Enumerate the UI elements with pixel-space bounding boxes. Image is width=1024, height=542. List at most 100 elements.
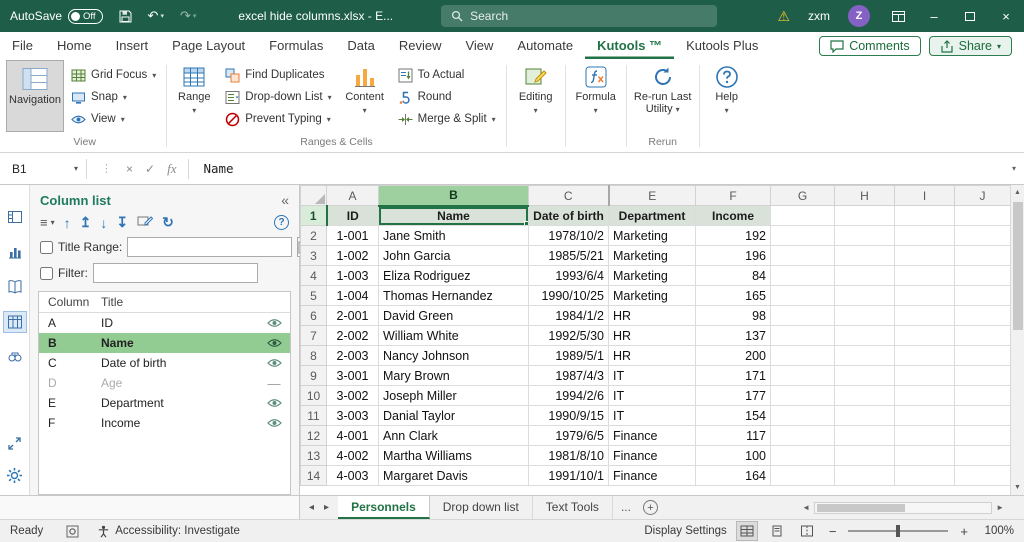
- cell[interactable]: John Garcia: [378, 245, 529, 266]
- editing-button[interactable]: Editing ▾: [510, 60, 562, 132]
- comments-button[interactable]: Comments: [819, 36, 921, 56]
- tab-view[interactable]: View: [453, 33, 505, 59]
- column-list-item-B[interactable]: B Name: [39, 333, 290, 353]
- cell-empty[interactable]: [954, 265, 1011, 286]
- row-header[interactable]: 2: [300, 225, 327, 246]
- cell-empty[interactable]: [894, 345, 955, 366]
- row-header[interactable]: 5: [300, 285, 327, 306]
- search-box[interactable]: Search: [441, 5, 718, 27]
- cell[interactable]: IT: [608, 385, 696, 406]
- cell-empty[interactable]: [770, 305, 835, 326]
- column-list-item-A[interactable]: A ID: [39, 313, 290, 333]
- cell-empty[interactable]: [954, 225, 1011, 246]
- row-header[interactable]: 13: [300, 445, 327, 466]
- pane-help-button[interactable]: ?: [274, 215, 289, 230]
- column-header-H[interactable]: H: [834, 185, 895, 206]
- cell-empty[interactable]: [770, 425, 835, 446]
- sheet-tab-personnels[interactable]: Personnels: [338, 496, 430, 519]
- title-range-checkbox[interactable]: [40, 240, 53, 254]
- tab-page-layout[interactable]: Page Layout: [160, 33, 257, 59]
- window-layout-icon[interactable]: [880, 0, 916, 32]
- workbook-sheet-icon[interactable]: [4, 207, 26, 227]
- move-down-button[interactable]: ↓: [100, 215, 107, 231]
- next-sheet-button[interactable]: ▸: [324, 502, 329, 513]
- cell-empty[interactable]: [834, 285, 895, 306]
- cell-empty[interactable]: [954, 425, 1011, 446]
- cell[interactable]: HR: [608, 305, 696, 326]
- cell-empty[interactable]: [954, 245, 1011, 266]
- column-header-I[interactable]: I: [894, 185, 955, 206]
- tab-home[interactable]: Home: [45, 33, 104, 59]
- cell[interactable]: HR: [608, 345, 696, 366]
- cell[interactable]: Finance: [608, 465, 696, 486]
- cell-empty[interactable]: [954, 405, 1011, 426]
- tab-review[interactable]: Review: [387, 33, 454, 59]
- cell-empty[interactable]: [834, 365, 895, 386]
- autosave-switch[interactable]: Off: [68, 8, 103, 24]
- cell-empty[interactable]: [834, 225, 895, 246]
- tab-kutools-plus[interactable]: Kutools Plus: [674, 33, 770, 59]
- cell-C1[interactable]: Date of birth: [528, 205, 609, 226]
- cell-empty[interactable]: [770, 325, 835, 346]
- cell[interactable]: William White: [378, 325, 529, 346]
- content-button[interactable]: Content ▾: [339, 60, 391, 132]
- rerun-last-utility-button[interactable]: Re-run Last Utility ▾: [630, 60, 696, 132]
- cell-empty[interactable]: [834, 445, 895, 466]
- cell-empty[interactable]: [834, 405, 895, 426]
- cell[interactable]: 3-002: [326, 385, 379, 406]
- cell[interactable]: 165: [695, 285, 771, 306]
- row-header[interactable]: 6: [300, 305, 327, 326]
- fill-handle[interactable]: [524, 221, 528, 225]
- column-header-E[interactable]: E: [608, 185, 696, 206]
- cell[interactable]: 1-002: [326, 245, 379, 266]
- eye-icon[interactable]: [258, 418, 290, 428]
- normal-view-button[interactable]: [735, 521, 758, 541]
- tab-kutools[interactable]: Kutools ™: [585, 33, 674, 59]
- redo-button[interactable]: ↷ ▾: [172, 0, 204, 32]
- share-button[interactable]: Share ▾: [928, 36, 1012, 56]
- cell[interactable]: 1991/10/1: [528, 465, 609, 486]
- column-list-item-E[interactable]: E Department: [39, 393, 290, 413]
- cell-empty[interactable]: [834, 325, 895, 346]
- cell[interactable]: Joseph Miller: [378, 385, 529, 406]
- column-header-F[interactable]: F: [695, 185, 771, 206]
- macro-record-button[interactable]: [57, 525, 88, 538]
- merge-split-button[interactable]: Merge & Split ▾: [393, 108, 501, 130]
- navigation-button[interactable]: Navigation: [6, 60, 64, 132]
- cell[interactable]: 1987/4/3: [528, 365, 609, 386]
- save-button[interactable]: [111, 0, 140, 32]
- title-range-input[interactable]: [127, 237, 293, 257]
- cell[interactable]: Marketing: [608, 245, 696, 266]
- cell-empty[interactable]: [770, 465, 835, 486]
- cell-empty[interactable]: [834, 385, 895, 406]
- eye-icon[interactable]: [258, 318, 290, 328]
- scroll-right-icon[interactable]: ►: [992, 503, 1008, 512]
- select-all-corner[interactable]: [300, 185, 327, 206]
- column-header-G[interactable]: G: [770, 185, 835, 206]
- cell[interactable]: 154: [695, 405, 771, 426]
- column-list-item-D[interactable]: D Age —: [39, 373, 290, 393]
- cell[interactable]: Danial Taylor: [378, 405, 529, 426]
- column-list-item-F[interactable]: F Income: [39, 413, 290, 433]
- row-header[interactable]: 1: [300, 205, 328, 226]
- zoom-level[interactable]: 100%: [980, 525, 1014, 537]
- cell[interactable]: 100: [695, 445, 771, 466]
- cell[interactable]: 117: [695, 425, 771, 446]
- tab-formulas[interactable]: Formulas: [257, 33, 335, 59]
- help-button[interactable]: Help ▾: [703, 60, 751, 132]
- cell-empty[interactable]: [894, 425, 955, 446]
- cell-B1-selected[interactable]: Name: [378, 205, 529, 226]
- cell-A1[interactable]: ID: [326, 205, 379, 226]
- cell-empty[interactable]: [894, 265, 955, 286]
- refresh-button[interactable]: ↻: [162, 214, 174, 231]
- move-to-bottom-button[interactable]: ↧: [116, 214, 128, 231]
- prev-sheet-button[interactable]: ◂: [309, 502, 314, 513]
- sheet-tab-drop-down-list[interactable]: Drop down list: [430, 496, 533, 519]
- cell-empty[interactable]: [770, 385, 835, 406]
- cell[interactable]: 1989/5/1: [528, 345, 609, 366]
- cell[interactable]: 1-003: [326, 265, 379, 286]
- horizontal-scrollbar[interactable]: ◄ ►: [798, 496, 1024, 519]
- cell-empty[interactable]: [894, 305, 955, 326]
- cell[interactable]: 192: [695, 225, 771, 246]
- cell-empty[interactable]: [770, 245, 835, 266]
